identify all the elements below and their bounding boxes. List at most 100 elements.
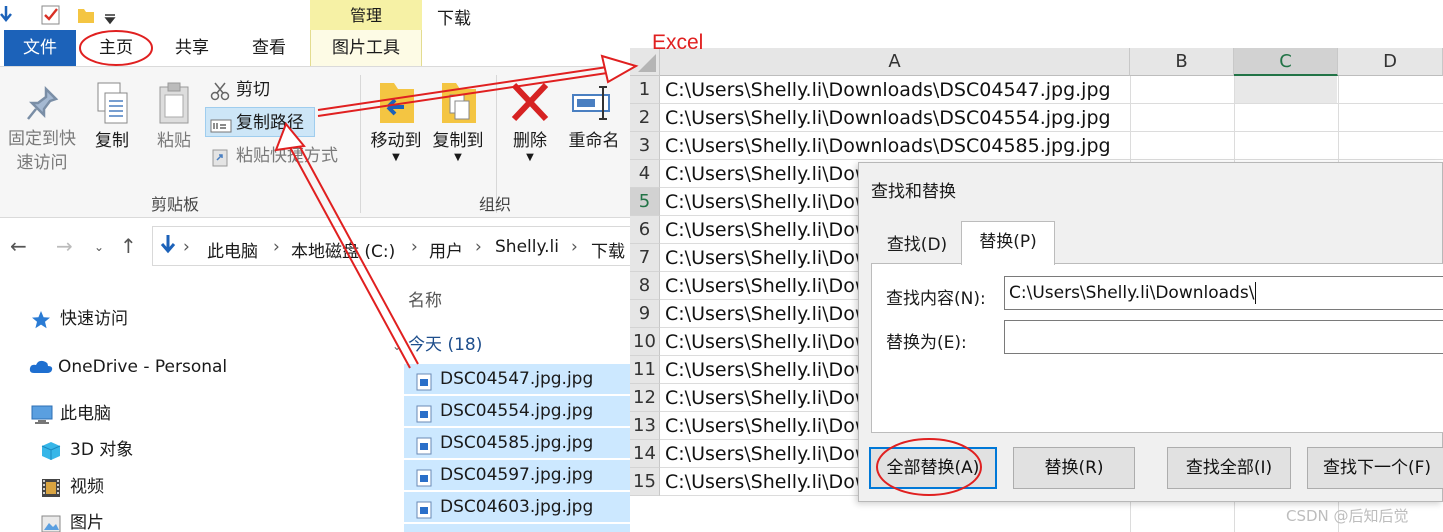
quick-access-toolbar: 管理 下载 [0, 0, 640, 30]
cell-a[interactable]: C:\Users\Shelly.li\Downloads\DSC04547.jp… [660, 76, 1130, 104]
new-folder-icon[interactable] [76, 4, 96, 31]
cell-a[interactable]: C:\Users\Shelly.li\Downloads\DSC04554.jp… [660, 104, 1130, 132]
replace-all-button[interactable]: 全部替换(A) [869, 447, 997, 489]
nav-3d-objects[interactable]: 3D 对象 [40, 437, 133, 463]
file-row[interactable] [404, 524, 640, 532]
properties-checkbox-icon[interactable] [40, 4, 62, 31]
forward-arrow-icon[interactable]: → [56, 234, 73, 258]
tab-replace[interactable]: 替换(P) [961, 221, 1055, 265]
tab-home[interactable]: 主页 [82, 30, 150, 66]
file-group-today[interactable]: ⌄ 今天 (18) [392, 330, 482, 355]
nav-quick-access[interactable]: 快速访问 [30, 306, 128, 332]
customize-dropdown-icon[interactable] [104, 10, 116, 30]
find-next-button[interactable]: 查找下一个(F) [1307, 447, 1443, 489]
address-bar[interactable]: › 此电脑 › 本地磁盘 (C:) › 用户 › Shelly.li › 下载 [152, 226, 640, 266]
copy-path-button[interactable]: 复制路径 [205, 107, 315, 137]
cut-button[interactable]: 剪切 [206, 75, 270, 105]
column-header-c[interactable]: C [1234, 48, 1338, 76]
delete-dropdown-icon: ▼ [526, 152, 534, 163]
column-header-b[interactable]: B [1130, 48, 1234, 76]
delete-button[interactable]: 删除 ▼ [504, 77, 556, 163]
nav-videos-label: 视频 [70, 477, 104, 497]
file-row[interactable]: DSC04585.jpg.jpg [404, 428, 640, 458]
nav-this-pc[interactable]: 此电脑 [30, 401, 111, 427]
row-header[interactable]: 7 [630, 244, 660, 272]
row-header[interactable]: 10 [630, 328, 660, 356]
row-header[interactable]: 3 [630, 132, 660, 160]
back-arrow-icon[interactable]: ← [10, 234, 27, 258]
breadcrumb-downloads[interactable]: 下载 [591, 237, 625, 262]
tab-file[interactable]: 文件 [4, 30, 76, 66]
nav-quick-access-label: 快速访问 [60, 309, 128, 329]
file-row[interactable]: DSC04603.jpg.jpg [404, 492, 640, 522]
nav-this-pc-label: 此电脑 [60, 404, 111, 424]
row-header[interactable]: 12 [630, 384, 660, 412]
breadcrumb-this-pc[interactable]: 此电脑 [207, 237, 258, 262]
breadcrumb-local-disk[interactable]: 本地磁盘 (C:) [291, 237, 395, 262]
group-clipboard-label: 剪贴板 [150, 195, 199, 214]
replace-with-label: 替换为(E): [886, 333, 967, 353]
copy-to-dropdown-icon: ▼ [454, 152, 462, 163]
breadcrumb-chevron-icon: › [475, 237, 482, 257]
breadcrumb-user[interactable]: Shelly.li [495, 237, 559, 257]
breadcrumb-users[interactable]: 用户 [429, 237, 463, 262]
nav-pictures[interactable]: 图片 [40, 510, 104, 532]
copy-button[interactable]: 复制 [86, 81, 138, 153]
row-header[interactable]: 2 [630, 104, 660, 132]
breadcrumb-chevron-icon: › [571, 237, 578, 257]
watermark: CSDN @后知后觉 [1286, 507, 1409, 525]
clipboard-icon [146, 81, 202, 129]
nav-onedrive-label: OneDrive - Personal [58, 357, 228, 377]
group-organize-label: 组织 [478, 195, 511, 214]
row-header[interactable]: 9 [630, 300, 660, 328]
row-header[interactable]: 4 [630, 160, 660, 188]
replace-panel: 查找内容(N): C:\Users\Shelly.li\Downloads\ 替… [871, 263, 1443, 433]
copy-to-label: 复制到 [432, 131, 484, 151]
row-header[interactable]: 8 [630, 272, 660, 300]
gridline [1130, 159, 1443, 160]
row-header[interactable]: 6 [630, 216, 660, 244]
row-header[interactable]: 5 [630, 188, 660, 216]
file-row[interactable]: DSC04597.jpg.jpg [404, 460, 640, 490]
cell-a[interactable]: C:\Users\Shelly.li\Downloads\DSC04585.jp… [660, 132, 1130, 160]
rename-button[interactable]: 重命名 [562, 77, 626, 153]
find-what-input[interactable]: C:\Users\Shelly.li\Downloads\ [1004, 276, 1443, 310]
row-header[interactable]: 15 [630, 468, 660, 496]
pin-label-line1: 固定到快 [8, 129, 76, 149]
nav-3d-objects-label: 3D 对象 [70, 440, 134, 460]
up-arrow-icon[interactable]: ↑ [120, 234, 137, 258]
nav-videos[interactable]: 视频 [40, 474, 104, 500]
move-to-button[interactable]: 移动到 ▼ [366, 77, 426, 163]
row-header[interactable]: 13 [630, 412, 660, 440]
find-what-label: 查找内容(N): [886, 289, 986, 309]
file-explorer-window: 管理 下载 文件 主页 共享 查看 图片工具 固定到快 速访问 复制 粘贴 剪切… [0, 0, 640, 532]
recent-locations-dropdown-icon[interactable]: ⌄ [94, 240, 104, 254]
row-header[interactable]: 11 [630, 356, 660, 384]
file-name: DSC04547.jpg.jpg [440, 369, 594, 389]
paste-button[interactable]: 粘贴 [146, 81, 202, 153]
replace-with-input[interactable] [1004, 320, 1443, 354]
column-header-d[interactable]: D [1338, 48, 1443, 76]
window-title: 下载 [437, 9, 471, 29]
pin-to-quick-access-button[interactable]: 固定到快 速访问 [4, 85, 80, 175]
replace-button[interactable]: 替换(R) [1013, 447, 1135, 489]
nav-onedrive[interactable]: OneDrive - Personal [28, 354, 227, 380]
paste-shortcut-icon [210, 147, 230, 177]
column-header-name[interactable]: 名称 [408, 286, 442, 311]
excel-annotation-label: Excel [652, 31, 704, 54]
row-header[interactable]: 1 [630, 76, 660, 104]
find-all-button[interactable]: 查找全部(I) [1167, 447, 1291, 489]
copy-to-button[interactable]: 复制到 ▼ [428, 77, 488, 163]
down-arrow-icon[interactable] [0, 4, 12, 29]
row-header[interactable]: 14 [630, 440, 660, 468]
file-row[interactable]: DSC04554.jpg.jpg [404, 396, 640, 426]
paste-shortcut-button[interactable]: 粘贴快捷方式 [206, 141, 338, 171]
tab-find[interactable]: 查找(D) [871, 227, 963, 263]
tab-share[interactable]: 共享 [160, 30, 224, 66]
column-header-a[interactable]: A [660, 48, 1130, 76]
tab-view[interactable]: 查看 [237, 30, 301, 66]
tab-picture-tools[interactable]: 图片工具 [310, 30, 422, 66]
file-row[interactable]: DSC04547.jpg.jpg [404, 364, 640, 394]
cloud-icon [28, 357, 54, 385]
nav-pictures-label: 图片 [70, 513, 104, 532]
